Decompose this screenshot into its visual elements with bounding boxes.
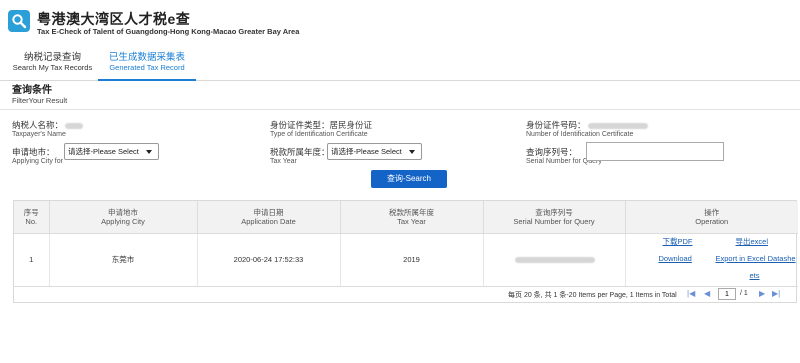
results-table: 序号 No. 申请地市 Applying City 申请日期 Application …: [13, 200, 798, 303]
header-serial-number: 查询序列号 Serial Number for Query: [483, 201, 626, 234]
id-type-value: 居民身份证: [329, 120, 373, 130]
id-number-field: 身份证件号码： Number of Identification Certifi…: [526, 120, 648, 139]
chevron-down-icon: [409, 150, 415, 154]
header-applying-city: 申请地市 Applying City: [49, 201, 198, 234]
serial-number-input[interactable]: [586, 142, 724, 161]
id-type-label-en: Type of Identification Certificate: [270, 131, 368, 138]
tab-generated-tax-record[interactable]: 已生成数据采集表 Generated Tax Record: [98, 47, 196, 81]
cell-city: 东莞市: [49, 233, 198, 287]
cell-year: 2019: [340, 233, 484, 287]
app-subtitle: Tax E-Check of Talent of Guangdong-Hong …: [37, 27, 300, 36]
tax-year-label: 税款所属年度：: [270, 147, 330, 157]
export-excel-link-en[interactable]: Export in Excel Datashe: [716, 254, 796, 264]
applying-city-select[interactable]: 请选择-Please Select: [64, 143, 159, 160]
masked-value: [587, 122, 648, 129]
taxpayer-name-label: 纳税人名称：: [12, 120, 84, 130]
export-excel-link[interactable]: 导出excel: [736, 237, 769, 247]
chevron-down-icon: [146, 150, 152, 154]
masked-value: [515, 257, 595, 264]
pagination-summary: 每页 20 条, 共 1 条-20 Items per Page, 1 Item…: [508, 292, 677, 299]
page-number-input[interactable]: [718, 288, 736, 300]
download-link-en[interactable]: Download: [659, 254, 692, 264]
cell-serial-number: [483, 233, 626, 287]
app-logo: [8, 10, 30, 32]
search-button[interactable]: 查询-Search: [371, 170, 447, 188]
last-page-icon[interactable]: ▶|: [772, 289, 780, 298]
prev-page-icon[interactable]: ◀: [704, 289, 710, 298]
header-operation: 操作 Operation: [625, 201, 798, 234]
page-total: / 1: [740, 290, 748, 297]
tab-label-zh: 已生成数据采集表: [108, 52, 185, 63]
applying-city-label: 申请地市：: [12, 147, 55, 157]
header-no: 序号 No.: [14, 201, 50, 234]
next-page-icon[interactable]: ▶: [759, 289, 765, 298]
applying-city-field: 申请地市： Applying City for: [12, 147, 63, 166]
app-header: 粤港澳大湾区人才税e查 Tax E-Check of Talent of Gua…: [0, 0, 800, 40]
id-type-field: 身份证件类型：居民身份证 Type of Identification Cert…: [270, 120, 372, 139]
cell-operation: 下载PDF 导出excel Download Export in Excel D…: [625, 233, 798, 287]
table-row: 1 东莞市 2020-06-24 17:52:33 2019 下载PDF 导出e…: [14, 233, 798, 287]
app-title: 粤港澳大湾区人才税e查: [37, 11, 191, 27]
header-tax-year: 税款所属年度 Tax Year: [340, 201, 484, 234]
cell-date: 2020-06-24 17:52:33: [197, 233, 341, 287]
taxpayer-name-label-en: Taxpayer's Name: [12, 131, 66, 138]
applying-city-selected: 请选择-Please Select: [68, 147, 139, 156]
id-number-label: 身份证件号码：: [526, 120, 648, 130]
tab-bar: 纳税记录查询 Search My Tax Records 已生成数据采集表 Ge…: [0, 47, 800, 81]
taxpayer-name-field: 纳税人名称： Taxpayer's Name: [12, 120, 84, 139]
tab-search-my-tax-records[interactable]: 纳税记录查询 Search My Tax Records: [10, 47, 95, 81]
tax-year-label-en: Tax Year: [270, 158, 297, 165]
id-type-label: 身份证件类型：居民身份证: [270, 120, 373, 130]
tab-label-en: Search My Tax Records: [12, 63, 93, 72]
first-page-icon[interactable]: |◀: [687, 289, 695, 298]
filter-title-zh: 查询条件: [12, 85, 52, 96]
tax-year-select[interactable]: 请选择-Please Select: [327, 143, 422, 160]
filter-title-en: FilterYour Result: [12, 96, 68, 105]
tax-year-field: 税款所属年度： Tax Year: [270, 147, 330, 166]
header-application-date: 申请日期 Application Date: [197, 201, 341, 234]
filter-section-title: 查询条件 FilterYour Result: [12, 85, 67, 105]
tax-year-selected: 请选择-Please Select: [331, 147, 402, 156]
masked-value: [65, 122, 84, 129]
divider: [0, 109, 800, 110]
download-pdf-link[interactable]: 下载PDF: [663, 237, 693, 247]
applying-city-label-en: Applying City for: [12, 158, 63, 165]
magnifier-icon: [12, 14, 27, 29]
pagination: 每页 20 条, 共 1 条-20 Items per Page, 1 Item…: [500, 288, 796, 301]
table-header-row: 序号 No. 申请地市 Applying City 申请日期 Application …: [14, 201, 798, 234]
export-excel-link-en-wrap[interactable]: ets: [750, 271, 760, 281]
tab-label-en: Generated Tax Record: [109, 63, 185, 72]
tab-label-zh: 纳税记录查询: [23, 52, 81, 63]
cell-no: 1: [14, 233, 50, 287]
id-number-label-en: Number of Identification Certificate: [526, 131, 634, 138]
